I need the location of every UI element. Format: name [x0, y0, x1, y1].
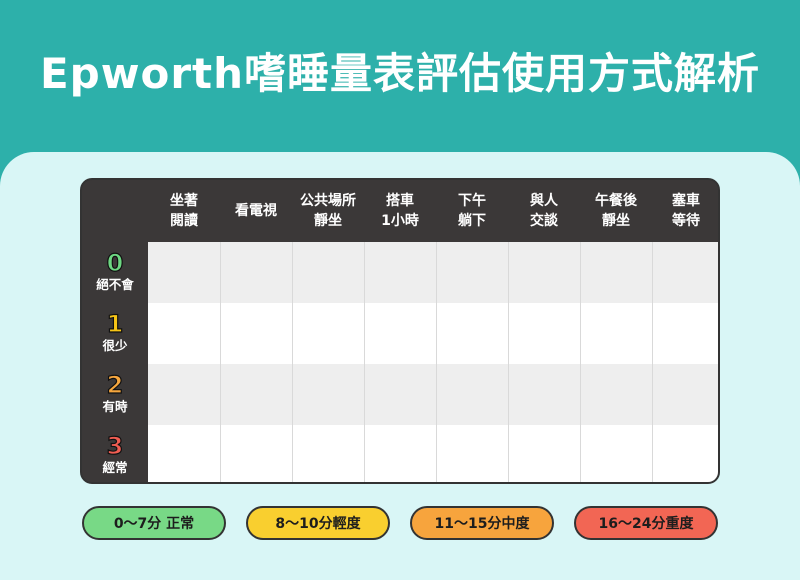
table-cell — [436, 303, 508, 364]
page-title: Epworth嗜睡量表評估使用方式解析 — [39, 49, 761, 98]
score-label-1: 很少 — [102, 338, 128, 353]
table-cell — [508, 303, 580, 364]
table-cell — [292, 303, 364, 364]
row-header-1: 1 很少 — [82, 303, 148, 364]
column-header-talking: 與人 交談 — [508, 180, 580, 242]
legend-normal: 0～7分 正常 — [82, 506, 226, 540]
legend-moderate: 11～15分中度 — [410, 506, 554, 540]
column-header-tv: 看電視 — [220, 180, 292, 242]
score-label-0: 絕不會 — [96, 277, 134, 292]
table-cell — [364, 303, 436, 364]
column-header-reading: 坐著 閱讀 — [148, 180, 220, 242]
score-3: 3 — [106, 432, 124, 460]
table-cell — [220, 425, 292, 482]
table-row — [148, 242, 718, 303]
table-cell — [292, 425, 364, 482]
table-cell — [436, 364, 508, 425]
table-cell — [148, 303, 220, 364]
row-header-3: 3 經常 — [82, 425, 148, 482]
table-row — [148, 364, 718, 425]
column-header-afternoon-lying: 下午 躺下 — [436, 180, 508, 242]
legend-moderate-label: 11～15分中度 — [434, 516, 530, 532]
table-cell — [292, 242, 364, 303]
legend-severe-label: 16～24分重度 — [598, 516, 694, 532]
table-cell — [652, 364, 718, 425]
table-cell — [292, 364, 364, 425]
table-cell — [364, 425, 436, 482]
column-label-tv: 看電視 — [235, 203, 277, 219]
column-header-public-sitting: 公共場所 靜坐 — [292, 180, 364, 242]
score-0: 0 — [106, 249, 124, 277]
column-label-public-sitting: 公共場所 靜坐 — [300, 193, 356, 229]
score-table: 坐著 閱讀 看電視 公共場所 靜坐 搭車 1小時 下午 躺下 與人 交談 午餐後 靜坐 塞車… — [80, 178, 720, 484]
score-2: 2 — [106, 371, 124, 399]
table-cell — [148, 242, 220, 303]
column-label-car-ride: 搭車 1小時 — [381, 193, 419, 229]
row-header-2: 2 有時 — [82, 364, 148, 425]
table-cell — [508, 364, 580, 425]
legend-severe: 16～24分重度 — [574, 506, 718, 540]
table-cell — [652, 425, 718, 482]
table-cell — [508, 425, 580, 482]
table-cell — [580, 303, 652, 364]
column-label-traffic: 塞車 等待 — [672, 193, 700, 229]
legend-normal-label: 0～7分 正常 — [113, 516, 195, 532]
legend-mild-label: 8～10分輕度 — [275, 516, 361, 532]
table-cell — [220, 364, 292, 425]
column-label-afternoon-lying: 下午 躺下 — [458, 193, 486, 229]
score-1: 1 — [106, 310, 124, 338]
table-cell — [148, 425, 220, 482]
column-header-after-lunch: 午餐後 靜坐 — [580, 180, 652, 242]
table-cell — [436, 242, 508, 303]
table-cell — [580, 425, 652, 482]
table-cell — [436, 425, 508, 482]
table-cell — [508, 242, 580, 303]
table-cell — [148, 364, 220, 425]
column-header-car-ride: 搭車 1小時 — [364, 180, 436, 242]
table-row — [148, 425, 718, 482]
column-label-after-lunch: 午餐後 靜坐 — [595, 193, 637, 229]
table-cell — [220, 242, 292, 303]
score-label-3: 經常 — [102, 460, 128, 475]
row-header-0: 0 絕不會 — [82, 242, 148, 303]
table-cell — [364, 364, 436, 425]
column-label-reading: 坐著 閱讀 — [170, 193, 198, 229]
column-header-traffic: 塞車 等待 — [652, 180, 718, 242]
score-label-2: 有時 — [102, 399, 128, 414]
legend-mild: 8～10分輕度 — [246, 506, 390, 540]
table-cell — [580, 364, 652, 425]
header-banner: Epworth嗜睡量表評估使用方式解析 — [0, 0, 800, 160]
table-cell — [220, 303, 292, 364]
table-cell — [364, 242, 436, 303]
table-row — [148, 303, 718, 364]
table-cell — [652, 303, 718, 364]
table-cell — [652, 242, 718, 303]
column-label-talking: 與人 交談 — [530, 193, 558, 229]
table-cell — [580, 242, 652, 303]
